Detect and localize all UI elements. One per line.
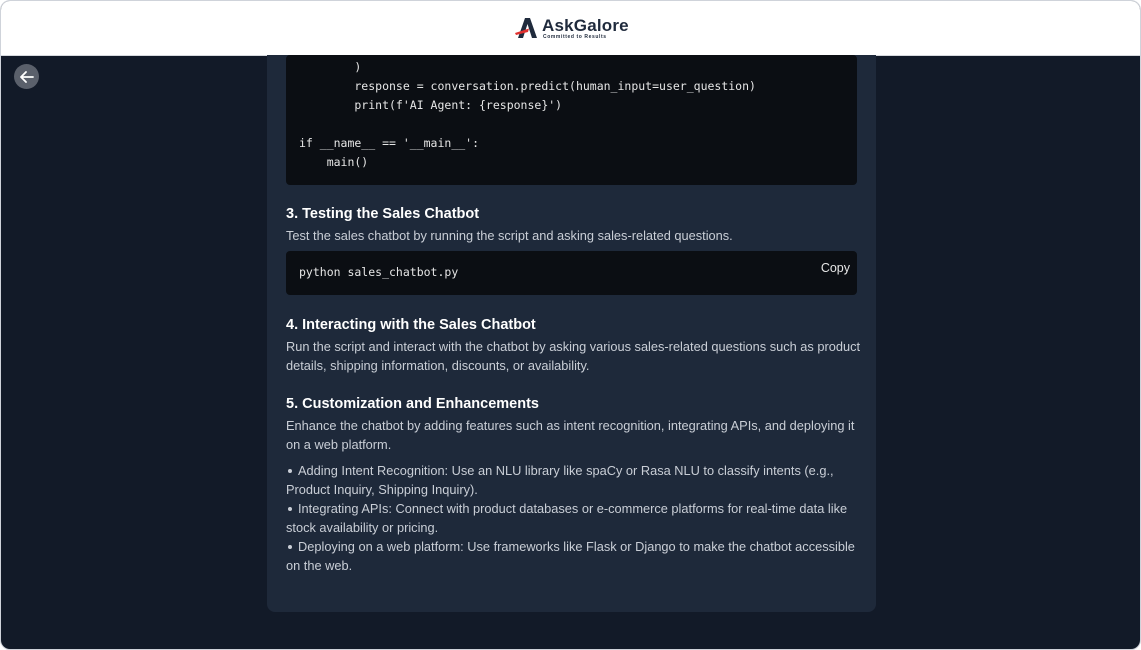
list-item-text: Adding Intent Recognition: Use an NLU li… [286, 463, 834, 497]
section-paragraph: Test the sales chatbot by running the sc… [286, 228, 733, 243]
back-button[interactable] [14, 64, 39, 89]
top-header: AskGalore Committed to Results [1, 1, 1140, 56]
code-line: response = conversation.predict(human_in… [299, 79, 756, 93]
list-item: Adding Intent Recognition: Use an NLU li… [286, 461, 861, 499]
code-block: python sales_chatbot.py Copy [286, 251, 857, 295]
list-item: Deploying on a web platform: Use framewo… [286, 537, 861, 575]
section-paragraph: Run the script and interact with the cha… [286, 339, 861, 373]
code-line: main() [299, 155, 369, 169]
code-block: ) response = conversation.predict(human_… [286, 55, 857, 185]
section-paragraph: Enhance the chatbot by adding features s… [286, 418, 855, 452]
askgalore-logo-icon [515, 18, 537, 38]
brand-logo[interactable]: AskGalore Committed to Results [515, 16, 629, 40]
bullet-icon [288, 506, 292, 511]
arrow-left-icon [19, 70, 34, 83]
list-item-text: Deploying on a web platform: Use framewo… [286, 539, 855, 573]
bullet-icon [288, 468, 292, 473]
code-line: ) [299, 60, 362, 74]
bullet-icon [288, 544, 292, 549]
brand-tagline: Committed to Results [543, 33, 607, 40]
code-line: print(f'AI Agent: {response}') [299, 98, 563, 112]
app-window: AskGalore Committed to Results ) respons… [0, 0, 1141, 650]
copy-button[interactable]: Copy [821, 261, 850, 275]
section-heading: 5. Customization and Enhancements [286, 396, 539, 412]
section-heading: 3. Testing the Sales Chatbot [286, 206, 480, 222]
code-line: python sales_chatbot.py [299, 265, 459, 279]
brand-name: AskGalore [542, 15, 629, 35]
code-line: if __name__ == '__main__': [299, 136, 480, 150]
article-panel: ) response = conversation.predict(human_… [267, 55, 876, 612]
section-heading: 4. Interacting with the Sales Chatbot [286, 317, 536, 333]
list-item: Integrating APIs: Connect with product d… [286, 499, 861, 537]
list-item-text: Integrating APIs: Connect with product d… [286, 501, 848, 535]
